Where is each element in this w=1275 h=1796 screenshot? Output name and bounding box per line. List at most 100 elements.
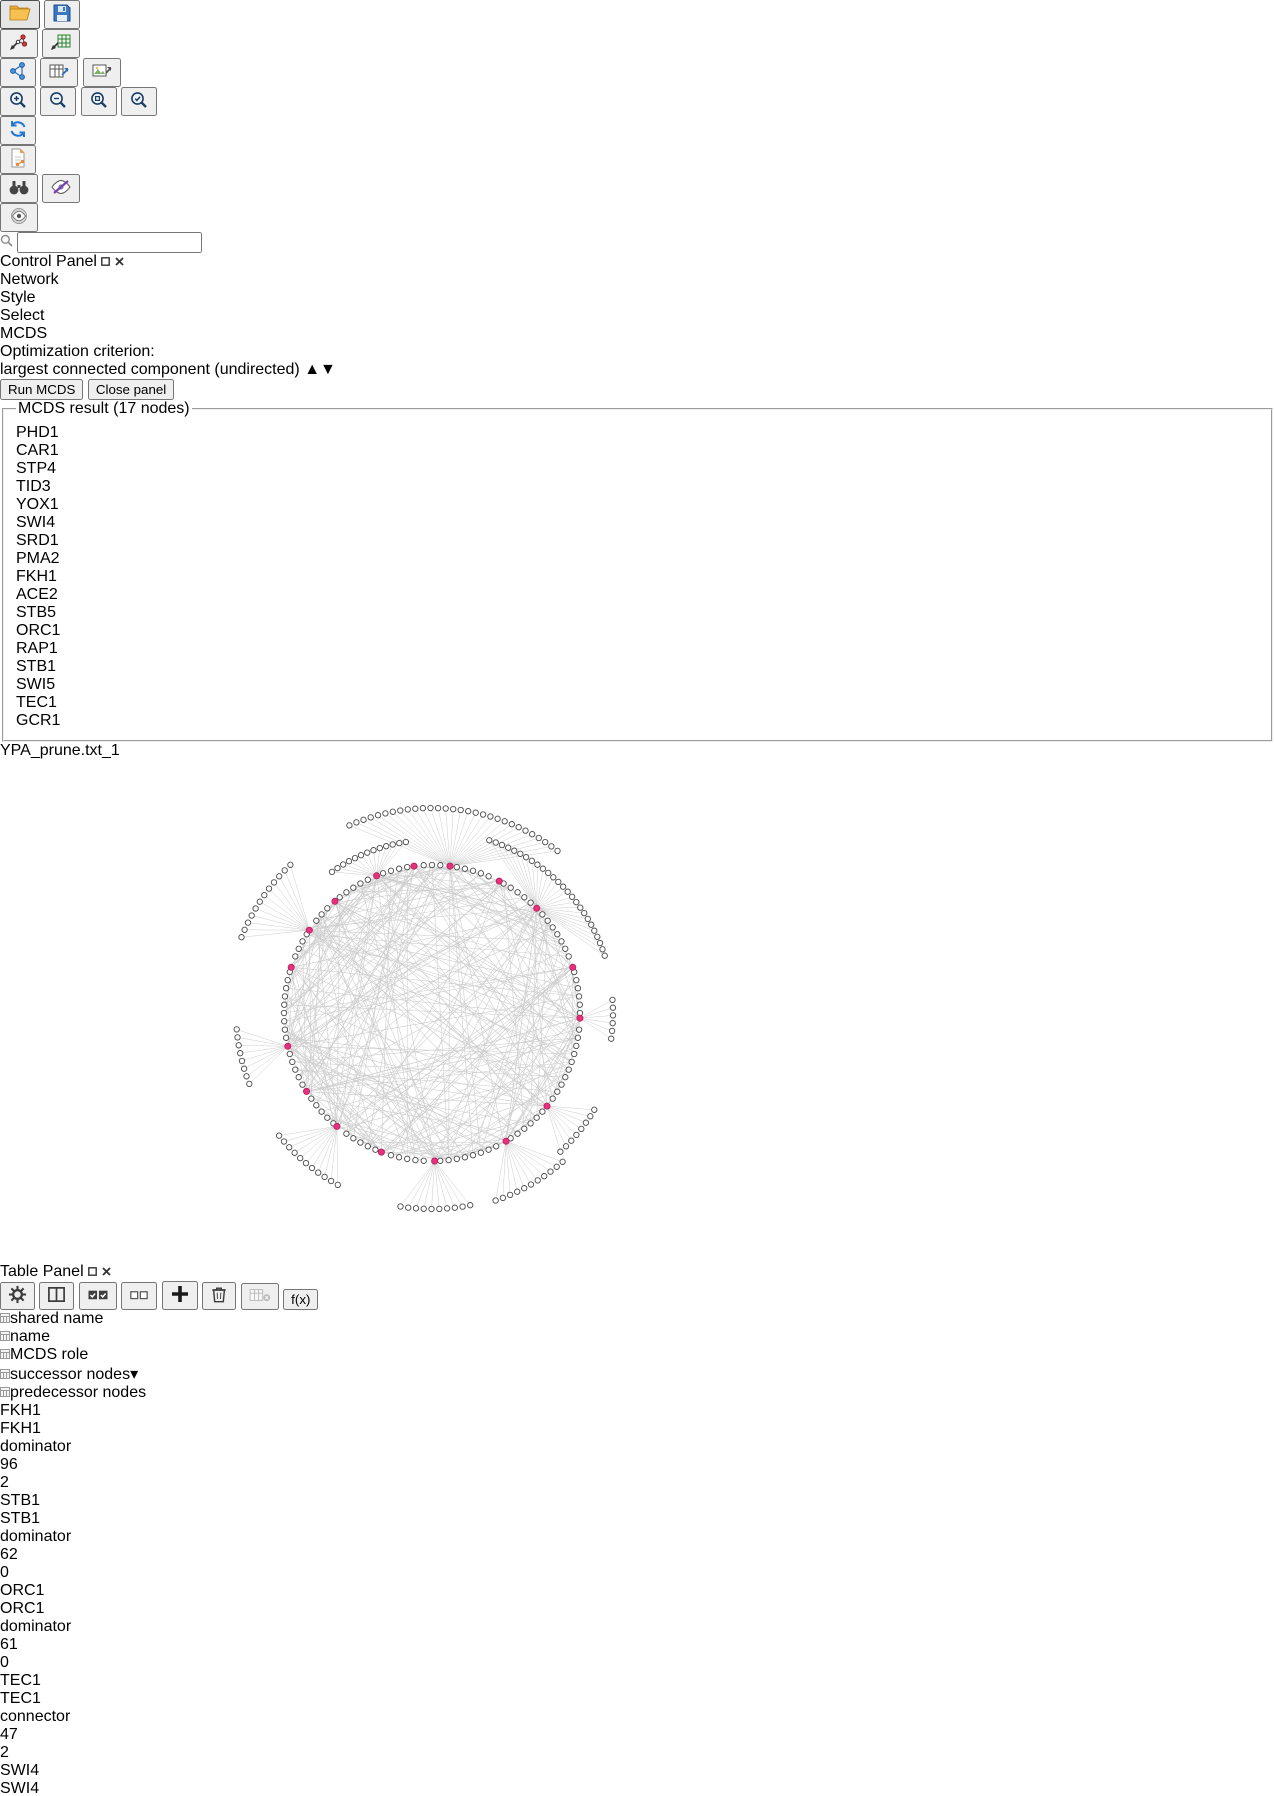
export-image-button[interactable] — [83, 58, 121, 87]
mcds-result-item[interactable]: CAR1 — [16, 442, 1259, 460]
trash-icon — [210, 1285, 228, 1304]
zoom-in-button[interactable] — [0, 87, 36, 116]
cell: SWI4 — [0, 1762, 132, 1780]
attribute-grid-icon — [0, 1349, 10, 1359]
cell: 0 — [0, 1654, 162, 1672]
cell: connector — [0, 1708, 148, 1726]
mcds-result-item[interactable]: STB5 — [16, 604, 1259, 622]
show-columns-button[interactable] — [39, 1282, 74, 1310]
export-table-button[interactable] — [40, 58, 78, 87]
search-network-button[interactable] — [0, 174, 38, 203]
cell: ORC1 — [0, 1582, 132, 1600]
close-panel-button[interactable]: Close panel — [88, 379, 174, 400]
network-window-title: YPA_prune.txt_1 — [0, 742, 120, 759]
zoom-in-icon — [8, 90, 28, 110]
table-settings-button[interactable] — [0, 1282, 35, 1310]
mcds-result-item[interactable]: STP4 — [16, 460, 1259, 478]
cell: dominator — [0, 1528, 148, 1546]
mcds-result-item[interactable]: STB1 — [16, 658, 1259, 676]
save-button[interactable] — [44, 0, 80, 29]
function-builder-button[interactable]: f(x) — [283, 1289, 318, 1310]
table-row[interactable]: STB1STB1dominator620 — [0, 1492, 1275, 1582]
mcds-result-item[interactable]: PMA2 — [16, 550, 1259, 568]
tab-select[interactable]: Select — [0, 307, 1275, 325]
import-network-icon — [8, 32, 30, 52]
deselect-all-button[interactable] — [121, 1282, 157, 1310]
import-table-button[interactable] — [42, 29, 80, 58]
search-box — [0, 232, 1275, 253]
column-header-successor-nodes[interactable]: successor nodes▾ — [0, 1364, 155, 1384]
network-canvas[interactable] — [0, 760, 1275, 1263]
search-input[interactable] — [17, 232, 202, 253]
chevron-updown-icon: ▲▼ — [304, 361, 336, 378]
table-export-icon — [48, 61, 70, 81]
close-table-panel-icon[interactable] — [102, 1263, 111, 1280]
table-row[interactable]: ORC1ORC1dominator610 — [0, 1582, 1275, 1672]
cell: FKH1 — [0, 1420, 83, 1438]
cell: 96 — [0, 1456, 155, 1474]
float-table-panel-icon[interactable] — [88, 1263, 97, 1280]
table-body: FKH1FKH1dominator962STB1STB1dominator620… — [0, 1402, 1275, 1796]
tab-network[interactable]: Network — [0, 271, 1275, 289]
fx-icon: f(x) — [291, 1292, 310, 1307]
control-panel-header: Control Panel — [0, 253, 1275, 271]
refresh-view-button[interactable] — [0, 116, 36, 145]
export-document-button[interactable] — [0, 145, 36, 174]
add-column-button[interactable] — [162, 1281, 198, 1310]
show-graphics-button[interactable] — [0, 203, 38, 232]
import-network-button[interactable] — [0, 29, 38, 58]
mcds-result-item[interactable]: SWI5 — [16, 676, 1259, 694]
table-row[interactable]: TEC1TEC1connector472 — [0, 1672, 1275, 1762]
filter-hide-button[interactable] — [42, 174, 80, 203]
column-header-mcds-role[interactable]: MCDS role — [0, 1346, 148, 1364]
mcds-result-item[interactable]: TID3 — [16, 478, 1259, 496]
network-window-titlebar[interactable]: YPA_prune.txt_1 — [0, 742, 1275, 760]
zoom-fit-button[interactable] — [81, 87, 117, 116]
select-all-button[interactable] — [79, 1282, 117, 1310]
mcds-result-item[interactable]: RAP1 — [16, 640, 1259, 658]
column-header-predecessor-nodes[interactable]: predecessor nodes — [0, 1384, 162, 1402]
zoom-out-button[interactable] — [40, 87, 76, 116]
empty-boxes-icon — [129, 1285, 149, 1304]
mcds-result-item[interactable]: SRD1 — [16, 532, 1259, 550]
open-file-button[interactable] — [0, 0, 40, 29]
main-area: Control Panel NetworkStyleSelectMCDS Opt… — [0, 253, 1275, 1796]
delete-column-button[interactable] — [241, 1283, 279, 1310]
chevron-down-icon[interactable]: ▾ — [130, 1366, 138, 1383]
mcds-result-item[interactable]: GCR1 — [16, 712, 1259, 730]
table-panel: Table Panel — [0, 1263, 1275, 1796]
optimization-select-value: largest connected component (undirected) — [0, 361, 300, 378]
close-panel-icon[interactable] — [115, 253, 124, 270]
optimization-select[interactable]: largest connected component (undirected)… — [0, 361, 1275, 379]
import-table-icon — [50, 32, 72, 52]
column-header-name[interactable]: name — [0, 1328, 83, 1346]
table-row[interactable]: FKH1FKH1dominator962 — [0, 1402, 1275, 1492]
cell: SWI4 — [0, 1780, 83, 1796]
delete-row-button[interactable] — [202, 1282, 236, 1310]
delete-column-icon — [249, 1286, 271, 1304]
mcds-result-list: PHD1CAR1STP4TID3YOX1SWI4SRD1PMA2FKH1ACE2… — [16, 424, 1259, 730]
column-header-shared-name[interactable]: shared name — [0, 1310, 132, 1328]
network-graph — [0, 760, 867, 1258]
cell: dominator — [0, 1618, 148, 1636]
mcds-result-item[interactable]: YOX1 — [16, 496, 1259, 514]
attribute-grid-icon — [0, 1369, 10, 1379]
search-icon — [0, 234, 13, 247]
mcds-result-item[interactable]: PHD1 — [16, 424, 1259, 442]
new-network-button[interactable] — [0, 58, 36, 87]
tab-style[interactable]: Style — [0, 289, 1275, 307]
columns-icon — [47, 1285, 66, 1304]
tab-mcds[interactable]: MCDS — [0, 325, 1275, 343]
mcds-result-item[interactable]: SWI4 — [16, 514, 1259, 532]
eye-icon — [8, 206, 30, 226]
float-panel-icon[interactable] — [101, 253, 110, 270]
mcds-result-item[interactable]: TEC1 — [16, 694, 1259, 712]
zoom-selected-button[interactable] — [121, 87, 157, 116]
document-share-icon — [8, 148, 28, 168]
mcds-result-item[interactable]: ORC1 — [16, 622, 1259, 640]
run-mcds-button[interactable]: Run MCDS — [0, 379, 83, 400]
folder-open-icon — [8, 3, 32, 23]
table-row[interactable]: SWI4SWI4dominator462 — [0, 1762, 1275, 1796]
mcds-result-item[interactable]: FKH1 — [16, 568, 1259, 586]
mcds-result-item[interactable]: ACE2 — [16, 586, 1259, 604]
